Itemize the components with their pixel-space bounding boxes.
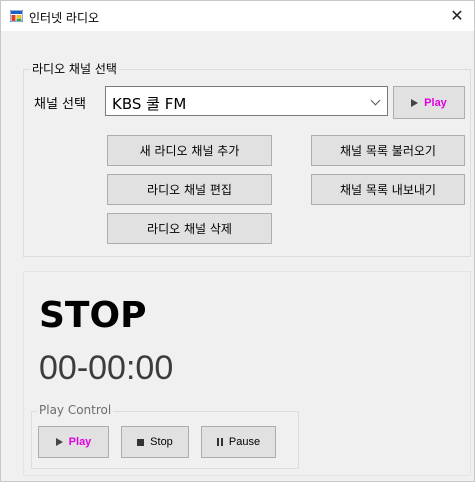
channel-select-label: 채널 선택 xyxy=(34,97,86,112)
window-title: 인터넷 라디오 xyxy=(29,11,100,25)
delete-channel-button[interactable]: 라디오 채널 삭제 xyxy=(107,213,272,244)
export-channels-button[interactable]: 채널 목록 내보내기 xyxy=(311,174,465,205)
play-button-label: Play xyxy=(68,436,92,448)
app-icon xyxy=(10,10,23,22)
close-button[interactable]: ✕ xyxy=(439,1,475,31)
pause-button-label: Pause xyxy=(228,436,261,448)
stop-icon xyxy=(137,438,145,446)
selected-channel: KBS 쿨 FM xyxy=(112,95,187,113)
stop-button[interactable]: Stop xyxy=(121,426,189,458)
pause-icon xyxy=(216,438,223,446)
channel-group-label: 라디오 채널 선택 xyxy=(30,60,119,77)
playback-state: STOP xyxy=(39,295,147,336)
import-channels-button[interactable]: 채널 목록 불러오기 xyxy=(311,135,465,166)
channel-play-label: Play xyxy=(424,96,447,109)
delete-channel-label: 라디오 채널 삭제 xyxy=(147,222,232,236)
edit-channel-button[interactable]: 라디오 채널 편집 xyxy=(107,174,272,205)
play-icon xyxy=(411,98,419,107)
channel-combobox[interactable]: KBS 쿨 FM xyxy=(105,86,388,116)
add-channel-label: 새 라디오 채널 추가 xyxy=(139,144,240,158)
export-channels-label: 채널 목록 내보내기 xyxy=(340,183,436,197)
playback-time: 00-00:00 xyxy=(39,349,174,387)
channel-play-button[interactable]: Play xyxy=(393,86,465,119)
import-channels-label: 채널 목록 불러오기 xyxy=(340,144,436,158)
dropdown-chevron-icon[interactable] xyxy=(370,95,381,106)
title-bar: 인터넷 라디오 ✕ xyxy=(1,1,474,31)
stop-button-label: Stop xyxy=(150,436,173,448)
close-icon: ✕ xyxy=(450,6,464,25)
play-button[interactable]: Play xyxy=(38,426,109,458)
play-icon xyxy=(55,438,63,446)
main-window: 인터넷 라디오 ✕ 라디오 채널 선택 채널 선택 KBS 쿨 FM Play … xyxy=(0,0,475,482)
add-channel-button[interactable]: 새 라디오 채널 추가 xyxy=(107,135,272,166)
edit-channel-label: 라디오 채널 편집 xyxy=(147,183,232,197)
pause-button[interactable]: Pause xyxy=(201,426,276,458)
play-control-label: Play Control xyxy=(37,403,114,417)
